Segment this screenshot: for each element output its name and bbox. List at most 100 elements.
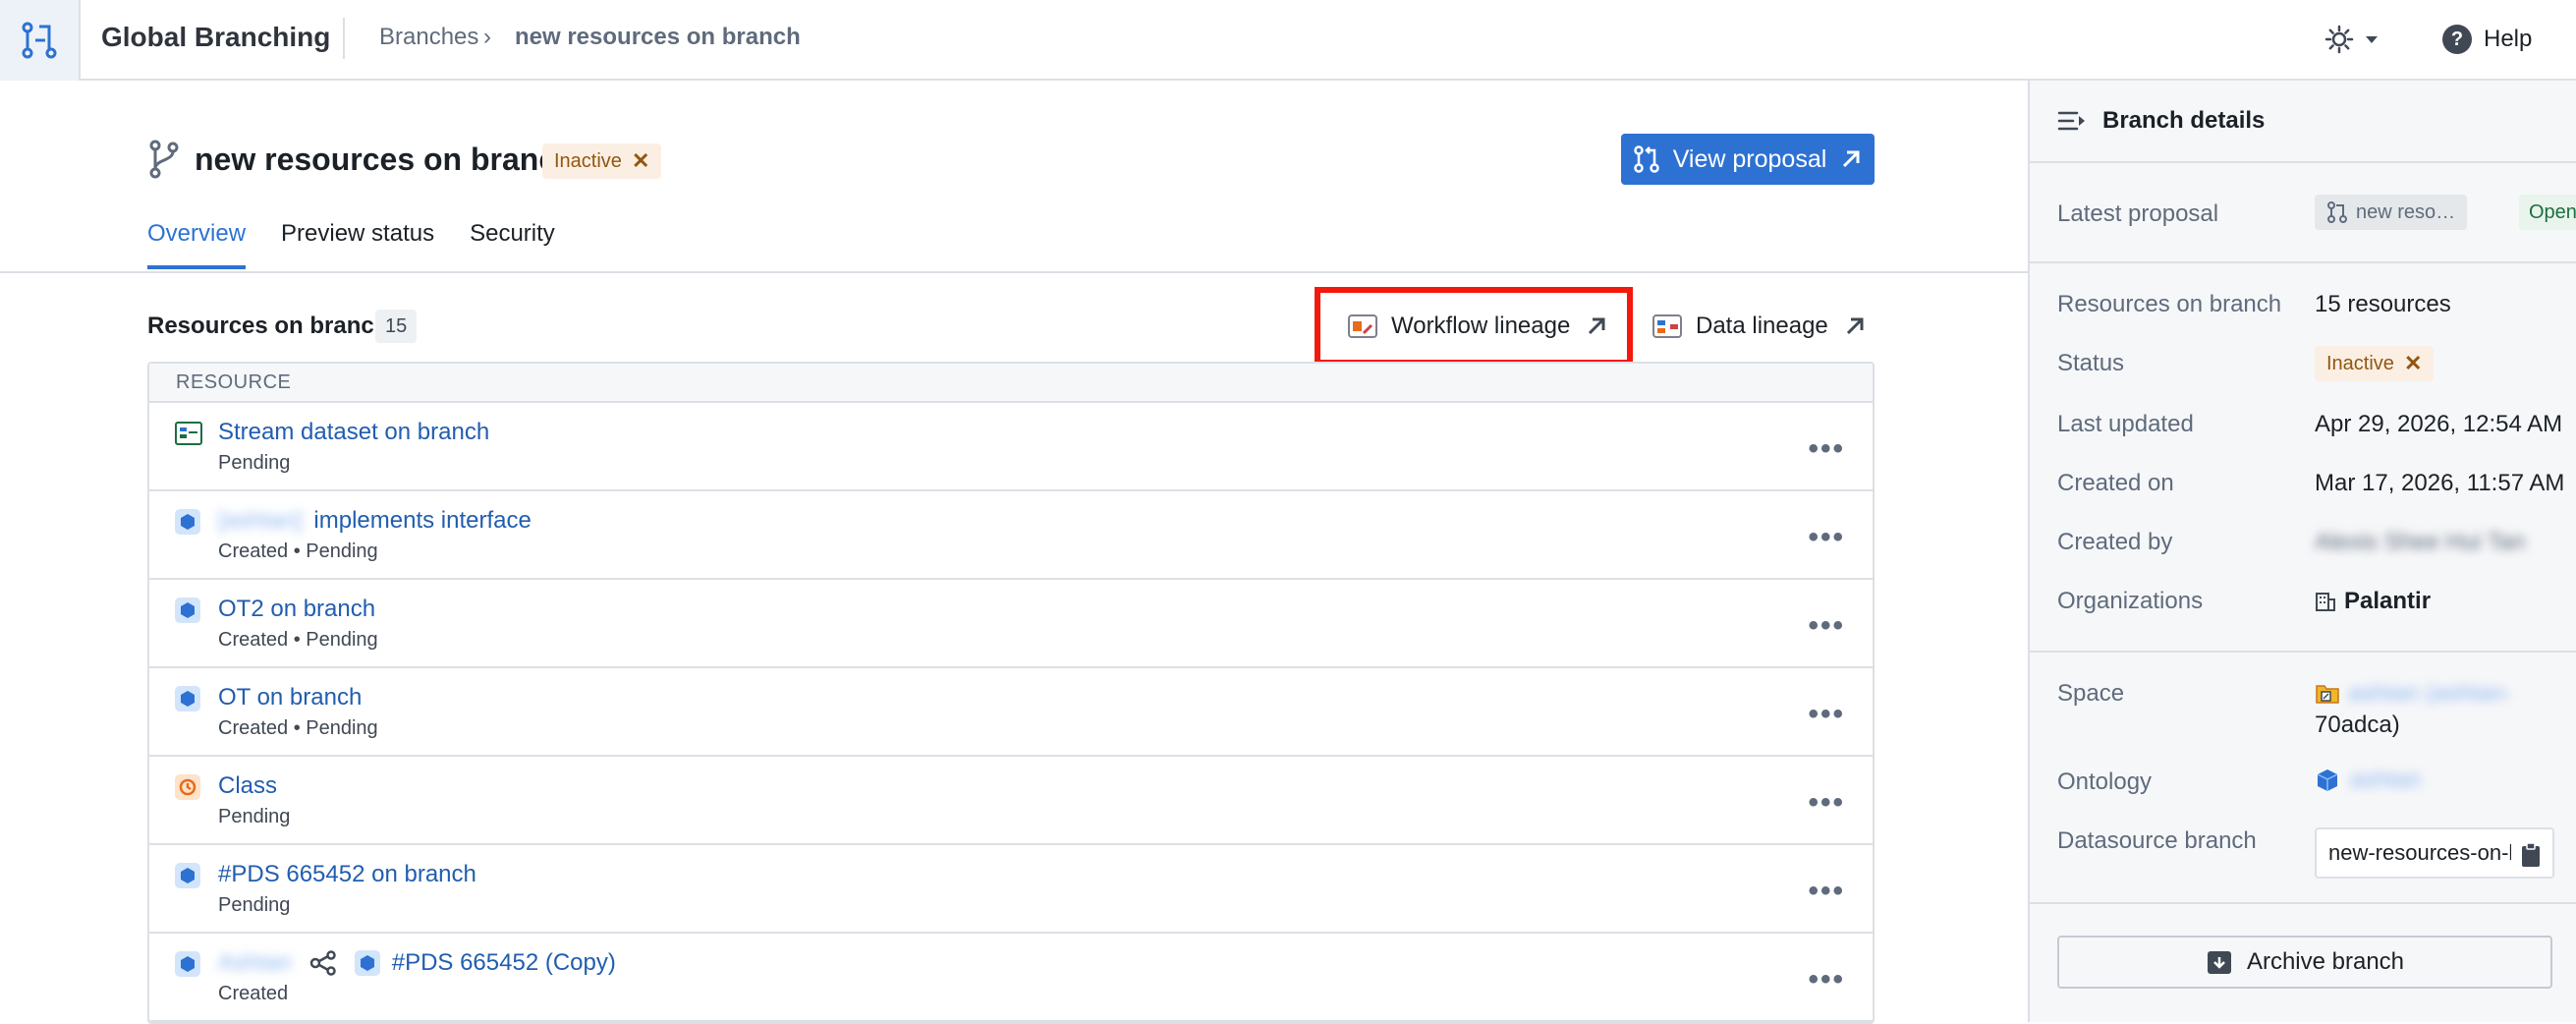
- clipboard-icon[interactable]: [2519, 841, 2543, 869]
- divider: [2030, 651, 2576, 653]
- table-row[interactable]: Class Pending •••: [149, 757, 1873, 845]
- divider: [343, 18, 345, 59]
- branching-app-icon[interactable]: [0, 0, 81, 81]
- resource-name[interactable]: Stream dataset on branch: [218, 419, 489, 446]
- sun-icon: [2324, 25, 2354, 54]
- more-icon[interactable]: •••: [1808, 963, 1845, 996]
- link-icon: [309, 950, 336, 976]
- ontology-cube-icon: [2317, 769, 2338, 791]
- caret-down-icon: [2366, 36, 2378, 43]
- column-header-resource: RESOURCE: [149, 364, 1873, 403]
- latest-proposal-chip[interactable]: new reso…: [2315, 195, 2468, 230]
- status-label: Inactive: [2326, 352, 2394, 374]
- resource-status: Created • Pending: [218, 629, 378, 651]
- more-icon[interactable]: •••: [1808, 521, 1845, 554]
- resource-status: Created • Pending: [218, 717, 378, 739]
- arrow-top-right-icon: [1843, 150, 1860, 168]
- organization-value: Palantir: [2315, 588, 2431, 615]
- data-lineage-button[interactable]: Data lineage: [1652, 302, 1868, 351]
- space-value[interactable]: ashtan (ashtan- 70adca): [2315, 678, 2512, 741]
- resource-name-text[interactable]: OT2 on branch: [218, 596, 375, 623]
- divider: [2030, 902, 2576, 904]
- redacted-text: [ashtan]: [218, 507, 303, 534]
- tab-security[interactable]: Security: [470, 220, 555, 269]
- resource-status: Pending: [218, 806, 291, 827]
- resource-name-text[interactable]: OT on branch: [218, 684, 362, 711]
- table-row[interactable]: OT on branch Created • Pending •••: [149, 668, 1873, 757]
- chevron-right-icon: ›: [483, 24, 491, 50]
- status-badge: Inactive ✕: [2315, 346, 2435, 381]
- more-icon[interactable]: •••: [1808, 786, 1845, 820]
- ontology-value[interactable]: ashtan: [2315, 767, 2421, 794]
- space-label: Space: [2057, 680, 2125, 707]
- resource-status: Created: [218, 983, 289, 1004]
- table-row[interactable]: Ashtan #PDS 665452 (Copy) Created •••: [149, 934, 1873, 1022]
- status-label: Inactive: [554, 149, 622, 172]
- resource-status: Pending: [218, 894, 291, 916]
- object-type-icon: [175, 863, 200, 888]
- object-type-icon: [175, 597, 200, 623]
- resource-name-text[interactable]: Stream dataset on branch: [218, 419, 489, 446]
- latest-proposal-label: Latest proposal: [2057, 200, 2219, 227]
- object-type-icon: [175, 509, 200, 535]
- main-content: new resources on branch Inactive ✕ View …: [0, 81, 2028, 1024]
- resource-name[interactable]: OT on branch: [218, 684, 362, 711]
- object-type-icon: [175, 951, 200, 977]
- resource-name[interactable]: Ashtan #PDS 665452 (Copy): [218, 949, 616, 977]
- resource-name[interactable]: [ashtan] implements interface: [218, 507, 532, 535]
- organizations-label: Organizations: [2057, 588, 2204, 614]
- datasource-branch-label: Datasource branch: [2057, 827, 2257, 854]
- resource-name[interactable]: Class: [218, 772, 277, 800]
- table-row[interactable]: Stream dataset on branch Pending •••: [149, 403, 1873, 491]
- arrow-top-right-icon: [1846, 317, 1864, 335]
- more-icon[interactable]: •••: [1808, 609, 1845, 643]
- stream-dataset-icon: [175, 422, 202, 445]
- redacted-text: ashtan (ashtan-: [2348, 680, 2512, 707]
- theme-toggle-button[interactable]: [2324, 20, 2380, 59]
- panel-title: Branch details: [2102, 107, 2266, 134]
- resource-status: Pending: [218, 452, 291, 474]
- table-row[interactable]: [ashtan] implements interface Created • …: [149, 491, 1873, 580]
- resources-label: Resources on branch: [2057, 291, 2282, 317]
- datasource-branch-field[interactable]: new-resources-on-branch: [2315, 827, 2554, 879]
- git-pull-request-icon: [1633, 145, 1659, 173]
- last-updated-label: Last updated: [2057, 411, 2194, 437]
- page-title: new resources on branch: [195, 142, 576, 177]
- help-button[interactable]: ? Help: [2442, 20, 2532, 59]
- view-proposal-label: View proposal: [1672, 144, 1827, 173]
- resource-name[interactable]: #PDS 665452 on branch: [218, 861, 476, 888]
- git-branch-icon: [149, 140, 179, 179]
- resources-title: Resources on branch: [147, 313, 389, 339]
- object-type-icon: [354, 950, 380, 976]
- redacted-text: ashtan: [2350, 767, 2422, 793]
- created-on-label: Created on: [2057, 470, 2174, 496]
- tab-overview[interactable]: Overview: [147, 220, 247, 269]
- resource-name-text[interactable]: #PDS 665452 (Copy): [392, 949, 616, 977]
- breadcrumb-branches[interactable]: Branches: [379, 24, 478, 51]
- resource-status: Created • Pending: [218, 540, 378, 562]
- more-icon[interactable]: •••: [1808, 875, 1845, 908]
- created-by-label: Created by: [2057, 529, 2173, 555]
- table-row[interactable]: OT2 on branch Created • Pending •••: [149, 580, 1873, 668]
- datasource-branch-value: new-resources-on-branch: [2328, 840, 2511, 865]
- tab-preview-status[interactable]: Preview status: [281, 220, 434, 269]
- view-proposal-button[interactable]: View proposal: [1621, 134, 1875, 185]
- resource-name-text[interactable]: implements interface: [313, 507, 531, 535]
- more-icon[interactable]: •••: [1808, 432, 1845, 466]
- panel-toggle-icon[interactable]: [2057, 109, 2087, 133]
- status-badge: Inactive ✕: [542, 143, 662, 179]
- created-by-value[interactable]: Alexis Shee Hui Tan: [2315, 529, 2525, 556]
- resources-table: RESOURCE Stream dataset on branch Pendin…: [147, 362, 1875, 1024]
- divider: [2030, 261, 2576, 263]
- class-icon: [175, 774, 200, 800]
- archive-branch-button[interactable]: Archive branch: [2057, 936, 2552, 989]
- resource-name[interactable]: OT2 on branch: [218, 596, 375, 623]
- resource-name-text[interactable]: #PDS 665452 on branch: [218, 861, 476, 888]
- redacted-text: Ashtan: [218, 949, 292, 976]
- help-label: Help: [2484, 26, 2533, 52]
- app-title: Global Branching: [101, 22, 331, 52]
- git-pull-request-icon: [2327, 201, 2347, 223]
- resource-name-text[interactable]: Class: [218, 772, 277, 800]
- table-row[interactable]: #PDS 665452 on branch Pending •••: [149, 845, 1873, 934]
- more-icon[interactable]: •••: [1808, 698, 1845, 731]
